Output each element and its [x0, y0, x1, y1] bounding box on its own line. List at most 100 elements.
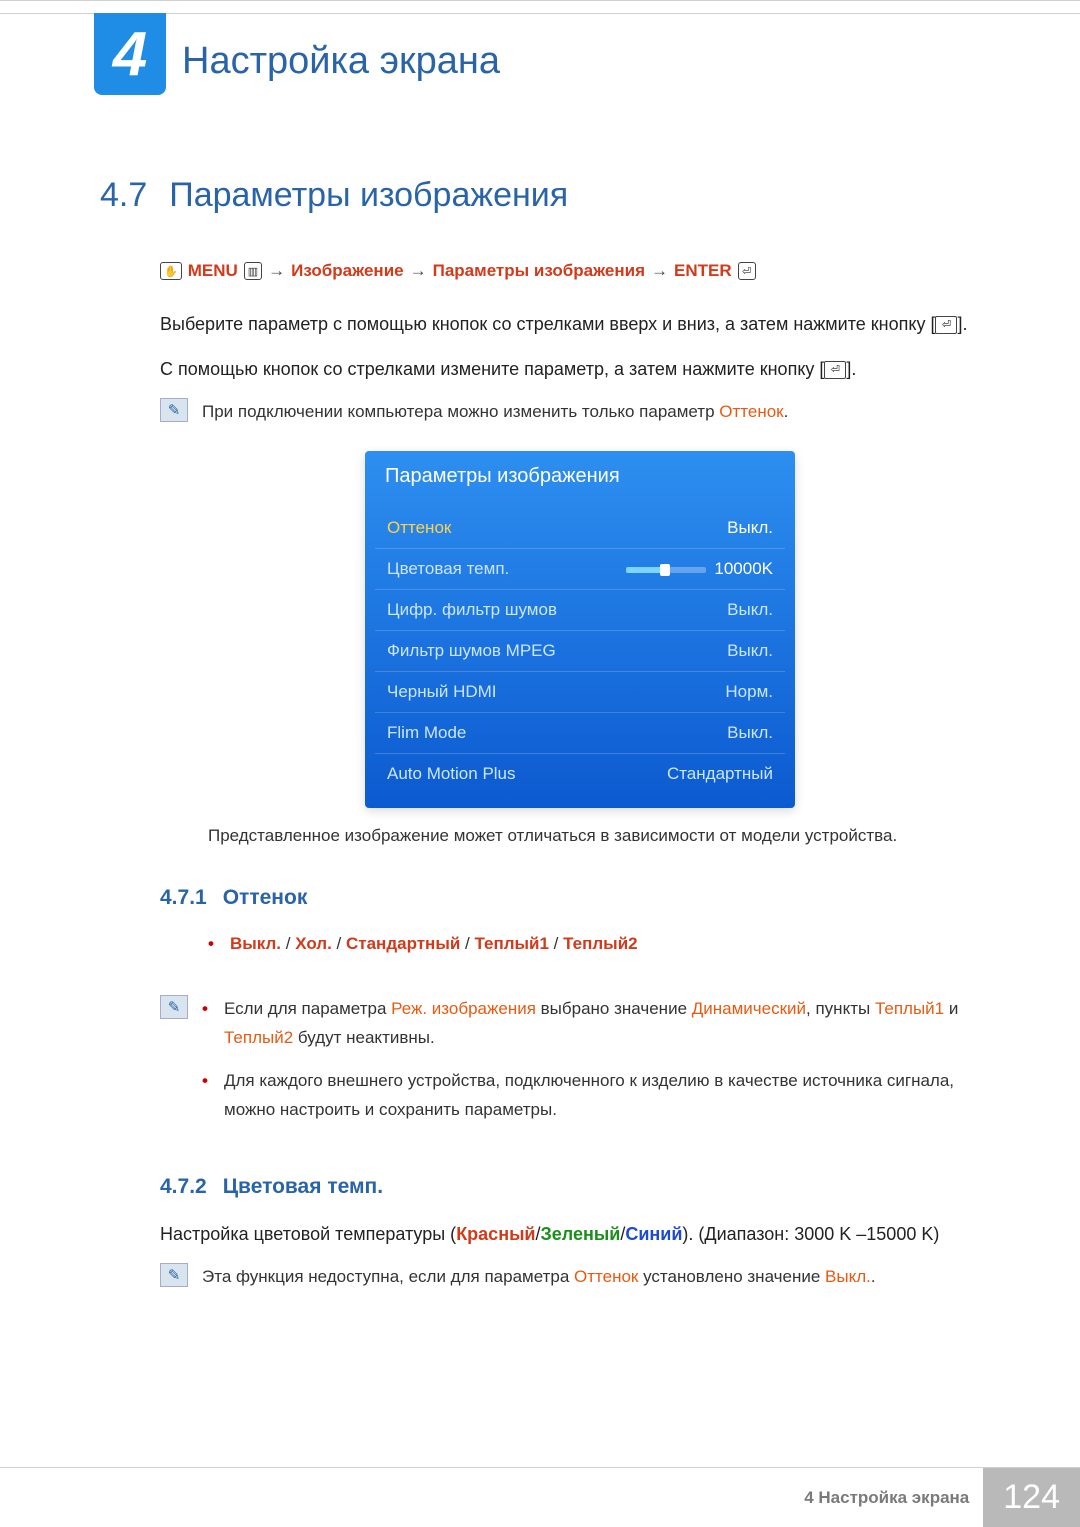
t: и — [944, 999, 958, 1018]
note-text: Эта функция недоступна, если для парамет… — [202, 1263, 876, 1292]
t: выбрано значение — [536, 999, 692, 1018]
highlight: Оттенок — [719, 402, 783, 421]
menu-path: ✋ MENU ▥ → Изображение → Параметры изобр… — [160, 261, 1000, 281]
bullet-icon: • — [202, 995, 210, 1053]
enter-icon: ⏎ — [935, 316, 957, 334]
t: . — [871, 1267, 876, 1286]
note-bullet-2: • Для каждого внешнего устройства, подкл… — [202, 1067, 1000, 1125]
hl: Выкл. — [825, 1267, 871, 1286]
slider-icon — [626, 567, 706, 573]
hl: Зеленый — [541, 1224, 621, 1244]
t: Если для параметра — [224, 999, 391, 1018]
text: Выберите параметр с помощью кнопок со ст… — [160, 314, 935, 334]
osd-row-hdmi: Черный HDMI Норм. — [375, 672, 785, 713]
arrow-icon: → — [268, 261, 285, 281]
osd-label: Фильтр шумов MPEG — [387, 641, 556, 661]
pencil-note-icon — [160, 1263, 188, 1287]
subsection-472: 4.7.2 Цветовая темп. — [160, 1175, 1000, 1199]
subsection-number: 4.7.1 — [160, 886, 207, 910]
hl: Красный — [456, 1224, 535, 1244]
hl: Динамический — [692, 999, 806, 1018]
osd-label: Flim Mode — [387, 723, 466, 743]
footer-label: 4 Настройка экрана — [804, 1488, 969, 1508]
section-heading: 4.7 Параметры изображения — [100, 176, 1000, 215]
sep: / — [549, 934, 563, 953]
note-bullet-1: • Если для параметра Реж. изображения вы… — [202, 995, 1000, 1053]
chapter-header: 4 Настройка экрана — [0, 14, 1080, 96]
osd-value: Выкл. — [727, 600, 773, 620]
sep: / — [460, 934, 474, 953]
top-rule — [0, 0, 1080, 14]
arrow-icon: → — [651, 261, 668, 281]
opt: Выкл. — [230, 934, 281, 953]
hl: Синий — [625, 1224, 682, 1244]
page-footer: 4 Настройка экрана 124 — [0, 1467, 1080, 1527]
arrow-icon: → — [410, 261, 427, 281]
text: . — [784, 402, 789, 421]
hand-icon: ✋ — [160, 262, 182, 280]
osd-row-colortemp: Цветовая темп. 10000K — [375, 549, 785, 590]
note-3: Эта функция недоступна, если для парамет… — [160, 1263, 1000, 1292]
sep: / — [281, 934, 295, 953]
options-text: Выкл. / Хол. / Стандартный / Теплый1 / Т… — [230, 930, 638, 959]
section-title: Параметры изображения — [169, 176, 568, 215]
menu-grid-icon: ▥ — [244, 262, 262, 280]
text: Для каждого внешнего устройства, подключ… — [224, 1067, 1000, 1125]
t: Эта функция недоступна, если для парамет… — [202, 1267, 574, 1286]
t: установлено значение — [638, 1267, 825, 1286]
osd-label: Оттенок — [387, 518, 451, 538]
text: С помощью кнопок со стрелками измените п… — [160, 359, 824, 379]
osd-label: Черный HDMI — [387, 682, 497, 702]
t: Настройка цветовой температуры ( — [160, 1224, 456, 1244]
nav-menu: MENU — [188, 261, 238, 281]
footer-page-number: 124 — [983, 1468, 1080, 1527]
hl: Реж. изображения — [391, 999, 536, 1018]
hl: Оттенок — [574, 1267, 638, 1286]
opt: Теплый2 — [563, 934, 637, 953]
note-1: При подключении компьютера можно изменит… — [160, 398, 1000, 427]
hl: Теплый2 — [224, 1028, 293, 1047]
subsection-number: 4.7.2 — [160, 1175, 207, 1199]
osd-value: Выкл. — [727, 518, 773, 538]
nav-enter: ENTER — [674, 261, 732, 281]
opt: Теплый1 — [474, 934, 548, 953]
text: ]. — [957, 314, 967, 334]
osd-row-amp: Auto Motion Plus Стандартный — [375, 754, 785, 794]
osd-row-mpeg: Фильтр шумов MPEG Выкл. — [375, 631, 785, 672]
image-caption: Представленное изображение может отличат… — [208, 826, 1000, 846]
chapter-title: Настройка экрана — [182, 40, 500, 83]
osd-title: Параметры изображения — [365, 451, 795, 502]
bullet-icon: • — [208, 930, 216, 959]
osd-value: Выкл. — [727, 723, 773, 743]
note-text: При подключении компьютера можно изменит… — [202, 398, 788, 427]
osd-label: Auto Motion Plus — [387, 764, 516, 784]
chapter-number: 4 — [94, 13, 166, 95]
sep: / — [332, 934, 346, 953]
hl: Теплый1 — [875, 999, 944, 1018]
pencil-note-icon — [160, 995, 188, 1019]
t: , пункты — [806, 999, 875, 1018]
subsection-title: Цветовая темп. — [223, 1175, 383, 1199]
osd-body: Оттенок Выкл. Цветовая темп. 10000K Цифр… — [365, 502, 795, 808]
bullet-icon: • — [202, 1067, 210, 1125]
text: При подключении компьютера можно изменит… — [202, 402, 719, 421]
osd-value-text: 10000K — [714, 559, 773, 578]
nav-p1: Изображение — [291, 261, 403, 281]
t: ). (Диапазон: 3000 K –15000 K) — [682, 1224, 939, 1244]
text: Если для параметра Реж. изображения выбр… — [224, 995, 1000, 1053]
enter-icon: ⏎ — [738, 262, 756, 280]
osd-value: Стандартный — [667, 764, 773, 784]
osd-value: Норм. — [725, 682, 773, 702]
subsection-title: Оттенок — [223, 886, 308, 910]
osd-row-dnr: Цифр. фильтр шумов Выкл. — [375, 590, 785, 631]
paragraph-1: Выберите параметр с помощью кнопок со ст… — [160, 309, 1000, 340]
opt: Стандартный — [346, 934, 460, 953]
osd-value: 10000K — [626, 559, 773, 579]
osd-menu: Параметры изображения Оттенок Выкл. Цвет… — [365, 451, 795, 808]
options-line: • Выкл. / Хол. / Стандартный / Теплый1 /… — [208, 930, 1000, 959]
subsection-471: 4.7.1 Оттенок — [160, 886, 1000, 910]
t: будут неактивны. — [293, 1028, 435, 1047]
note-2: • Если для параметра Реж. изображения вы… — [160, 995, 1000, 1139]
osd-label: Цветовая темп. — [387, 559, 509, 579]
paragraph-colortemp: Настройка цветовой температуры (Красный/… — [160, 1219, 1000, 1250]
